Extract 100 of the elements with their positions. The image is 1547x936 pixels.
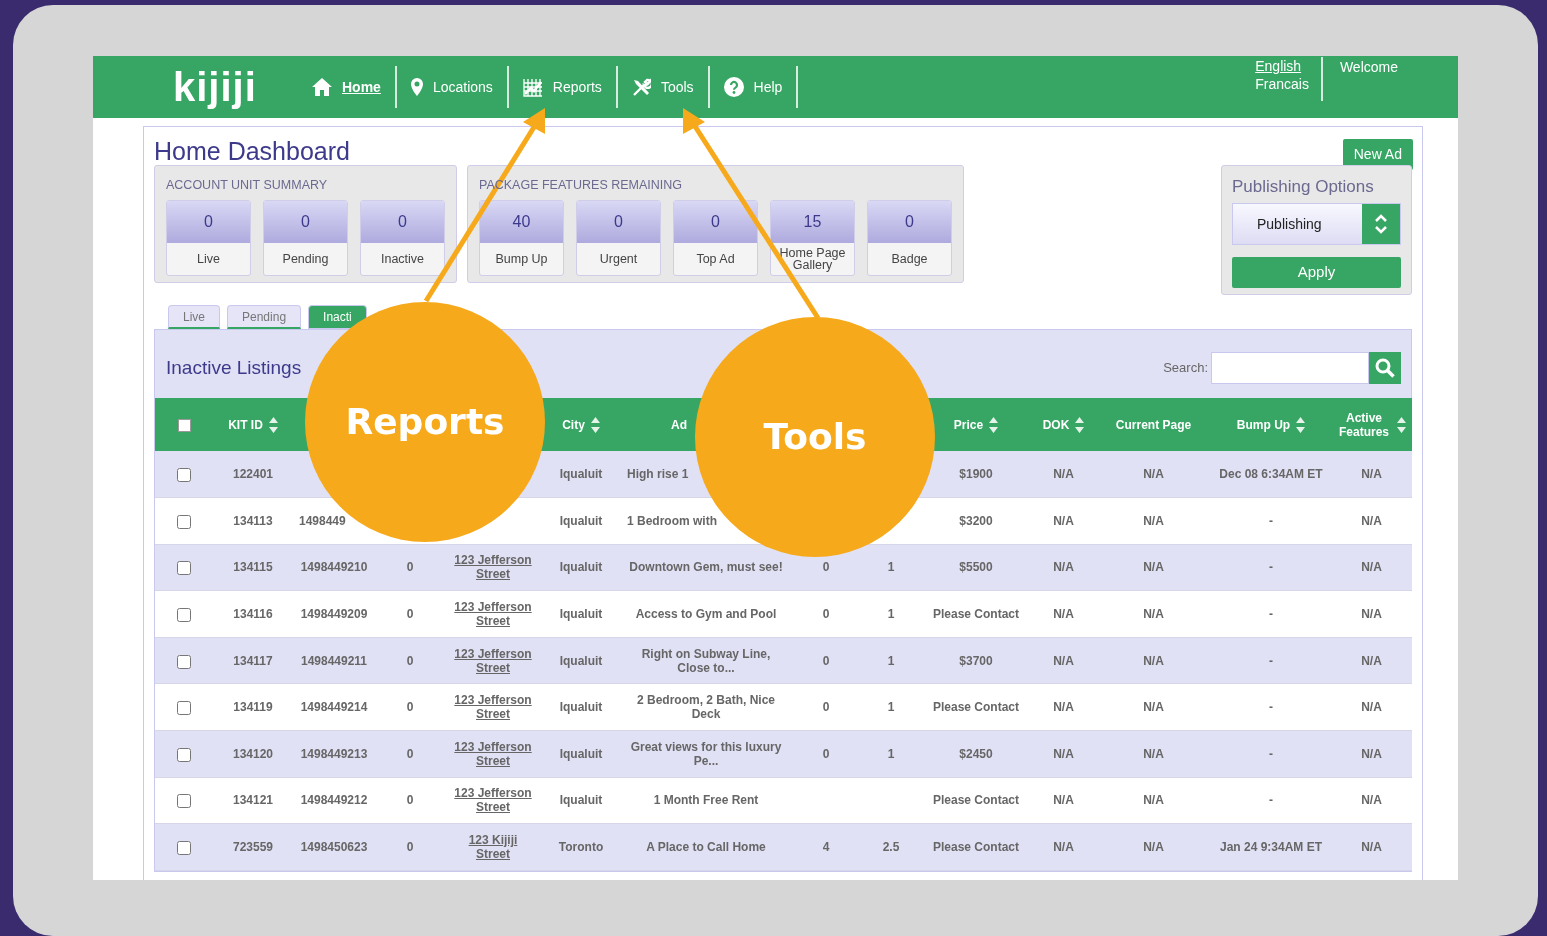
- table-cell: Iqualuit: [559, 700, 603, 715]
- column-header[interactable]: KIT ID: [228, 417, 263, 432]
- table-cell: -: [1269, 653, 1273, 668]
- callout-label: Tools: [763, 417, 867, 457]
- publishing-heading: Publishing Options: [1232, 175, 1375, 198]
- table-cell: N/A: [1143, 513, 1164, 528]
- column-header[interactable]: Active Features: [1337, 410, 1391, 439]
- nav-link[interactable]: Help: [709, 66, 799, 108]
- table-cell: 134115: [233, 560, 273, 575]
- table-cell: -: [1269, 513, 1273, 528]
- listing-tab[interactable]: Inacti: [308, 305, 367, 329]
- table-cell: N/A: [1143, 746, 1164, 761]
- address-link[interactable]: 123 Jefferson Street: [451, 739, 535, 768]
- row-checkbox[interactable]: [177, 514, 191, 529]
- table-cell: N/A: [1053, 513, 1074, 528]
- listing-tab[interactable]: Live: [168, 305, 220, 329]
- table-cell: $3200: [959, 513, 993, 528]
- table-cell: 1: [887, 746, 895, 761]
- sort-icon[interactable]: [1397, 416, 1406, 433]
- search-button[interactable]: [1369, 352, 1401, 384]
- column-header[interactable]: City: [562, 417, 585, 432]
- table-cell: N/A: [1143, 700, 1164, 715]
- apply-button[interactable]: Apply: [1232, 257, 1401, 288]
- table-cell: 122401: [232, 467, 273, 482]
- row-checkbox[interactable]: [177, 467, 191, 482]
- sort-icon[interactable]: [1075, 416, 1085, 433]
- table-cell: Iqualuit: [559, 607, 603, 622]
- address-link[interactable]: 123 Jefferson Street: [451, 693, 535, 722]
- search-field[interactable]: [1211, 352, 1369, 384]
- home-icon: [312, 78, 332, 96]
- table-cell: 1498449212: [300, 793, 368, 808]
- kijiji-logo[interactable]: kijiji: [173, 57, 273, 117]
- table-cell: Iqualuit: [559, 560, 603, 575]
- table-cell: N/A: [1053, 840, 1074, 855]
- address-link[interactable]: 123 Jefferson Street: [451, 600, 535, 629]
- stat-value: 0: [674, 201, 757, 244]
- row-checkbox[interactable]: [177, 840, 191, 855]
- stat-value: 0: [577, 201, 660, 244]
- table-cell: 0: [822, 653, 830, 668]
- table-cell: 134121: [232, 793, 273, 808]
- table-cell: N/A: [1053, 467, 1074, 482]
- row-checkbox[interactable]: [177, 654, 191, 669]
- table-cell: 0: [406, 700, 414, 715]
- table-cell: 1498449210: [300, 560, 368, 575]
- column-header[interactable]: DOK: [1042, 417, 1070, 432]
- address-link[interactable]: 123 Jefferson Street: [451, 646, 535, 675]
- row-checkbox[interactable]: [177, 561, 191, 576]
- address-link[interactable]: 123 Jefferson Street: [451, 786, 535, 815]
- table-cell: N/A: [1143, 560, 1164, 575]
- select-all-checkbox[interactable]: [177, 418, 191, 432]
- language-link[interactable]: English: [1255, 57, 1309, 75]
- help-icon: [723, 77, 744, 97]
- table-cell: N/A: [1361, 840, 1382, 855]
- table-cell: 1498450623: [300, 840, 368, 855]
- table-cell: 1 Bedroom with: [627, 513, 717, 528]
- table-cell: 0: [406, 746, 414, 761]
- nav-link[interactable]: Tools: [617, 66, 710, 108]
- welcome-text: Welcome: [1338, 58, 1398, 77]
- table-cell: N/A: [1053, 653, 1074, 668]
- row-checkbox[interactable]: [177, 701, 191, 716]
- table-cell: 1: [887, 653, 895, 668]
- table-cell: 0: [822, 607, 830, 622]
- nav-link[interactable]: Reports: [508, 66, 618, 108]
- column-header[interactable]: Bump Up: [1236, 417, 1291, 432]
- table-cell: 0: [822, 700, 830, 715]
- stat-value: 0: [868, 201, 951, 244]
- address-link[interactable]: 123 Jefferson Street: [451, 553, 535, 582]
- column-header[interactable]: Price: [953, 417, 984, 432]
- table-cell: $1900: [959, 467, 993, 482]
- listing-tab[interactable]: Pending: [227, 305, 302, 329]
- table-cell: N/A: [1053, 700, 1074, 715]
- sort-icon[interactable]: [989, 416, 999, 433]
- nav-link[interactable]: Home: [298, 66, 397, 108]
- language-link[interactable]: Francais: [1255, 75, 1309, 93]
- table-cell: 1498449209: [300, 607, 368, 622]
- table-cell: 1: [887, 607, 895, 622]
- sort-icon[interactable]: [268, 416, 278, 433]
- column-header[interactable]: Current Page: [1115, 417, 1192, 432]
- row-checkbox[interactable]: [177, 747, 191, 762]
- table-cell: 134119: [233, 700, 273, 715]
- row-checkbox[interactable]: [177, 607, 191, 622]
- stat-value: 0: [167, 201, 250, 244]
- map-pin-icon: [410, 78, 423, 96]
- table-cell: 1 Month Free Rent: [653, 793, 759, 808]
- table-cell: N/A: [1053, 793, 1074, 808]
- sort-icon[interactable]: [590, 416, 600, 433]
- table-cell: $5500: [959, 560, 993, 575]
- sort-icon[interactable]: [1296, 416, 1306, 433]
- table-cell: 0: [406, 560, 414, 575]
- address-link[interactable]: 123 Kijiji Street: [451, 833, 535, 862]
- stat-label: Bump Up: [494, 251, 549, 269]
- table-cell: Please Contact: [932, 607, 1019, 622]
- table-cell: N/A: [1361, 560, 1382, 575]
- nav-link[interactable]: Locations: [396, 66, 509, 108]
- column-header[interactable]: Ad: [671, 417, 687, 432]
- table-cell: Please Contact: [932, 700, 1019, 715]
- table-cell: N/A: [1143, 793, 1164, 808]
- listings-title: Inactive Listings: [166, 355, 302, 380]
- row-checkbox[interactable]: [177, 794, 191, 809]
- publishing-select[interactable]: Publishing: [1232, 203, 1401, 245]
